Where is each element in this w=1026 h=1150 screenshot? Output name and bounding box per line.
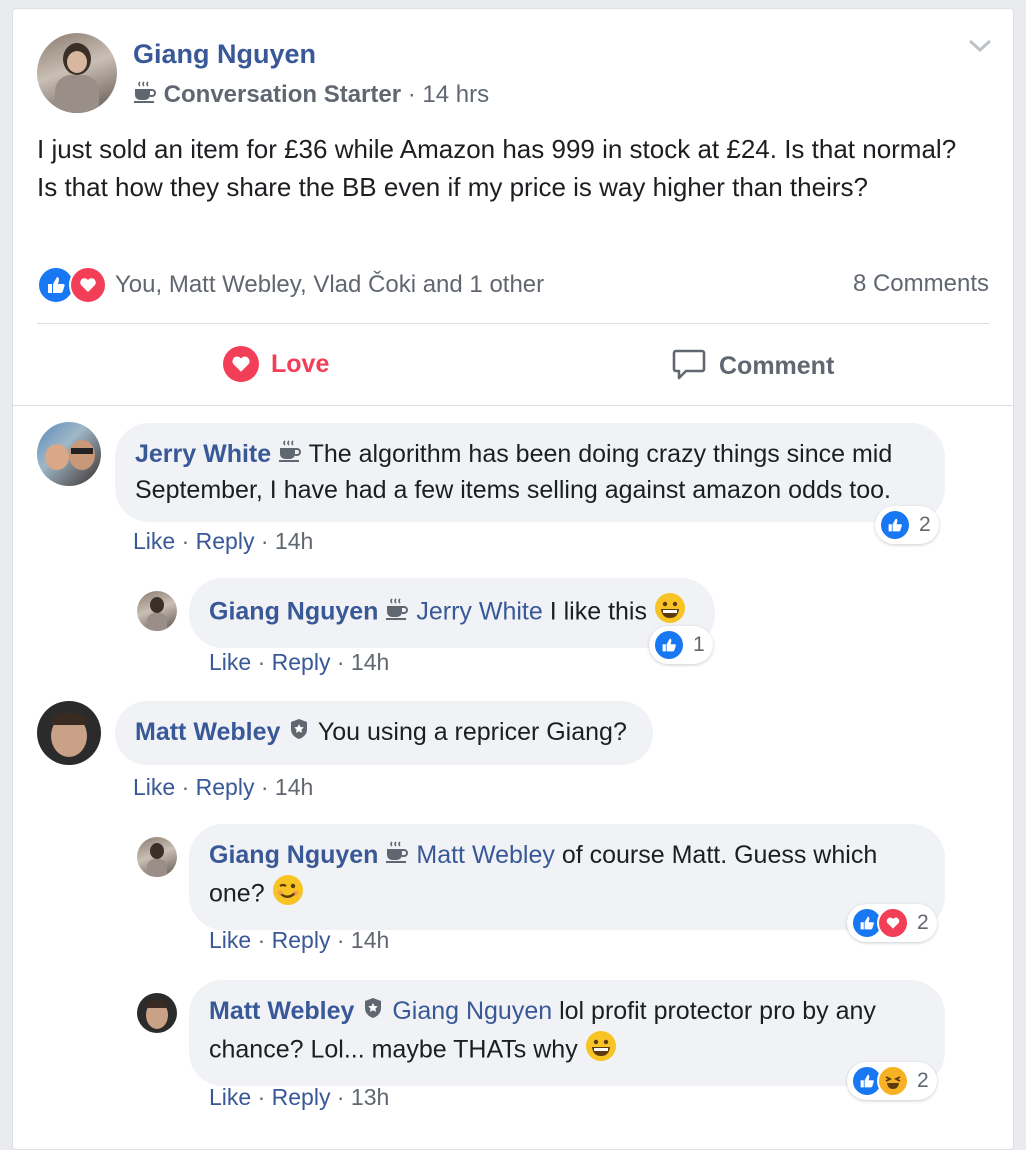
comment-bubble: Jerry White The algorithm has been doing…	[115, 423, 945, 522]
comment-author[interactable]: Matt Webley	[209, 997, 354, 1025]
comment-actions: Like · Reply · 14h	[133, 528, 314, 554]
like-link[interactable]: Like	[209, 927, 251, 953]
comment-reactions[interactable]: 2	[875, 506, 939, 544]
reply-bubble: Giang Nguyen Jerry White I like this	[189, 578, 715, 648]
post-card: Giang Nguyen Conversation Starter · 14 h…	[12, 8, 1014, 1150]
comment-reactions[interactable]: 2	[847, 904, 937, 942]
post-time[interactable]: · 14 hrs	[408, 81, 489, 108]
avatar[interactable]	[137, 591, 177, 631]
author-avatar[interactable]	[37, 33, 117, 113]
coffee-cup-icon	[278, 438, 302, 473]
comment-actions: Like · Reply · 14h	[133, 774, 314, 800]
shield-star-icon	[361, 995, 385, 1030]
reaction-count: 2	[917, 1069, 929, 1092]
comment-text: You using a repricer Giang?	[317, 718, 627, 746]
like-reaction-icon	[653, 629, 685, 661]
comments-count[interactable]: 8 Comments	[853, 270, 989, 298]
avatar[interactable]	[137, 837, 177, 877]
shield-star-icon	[287, 716, 311, 751]
comment-actions: Like · Reply · 14h	[209, 649, 390, 675]
reaction-count: 1	[693, 633, 705, 656]
comment-author[interactable]: Jerry White	[135, 440, 271, 468]
comment-reactions[interactable]: 2	[847, 1062, 937, 1100]
comment-author[interactable]: Giang Nguyen	[209, 841, 378, 869]
reply-link[interactable]: Reply	[272, 927, 331, 953]
love-button[interactable]: Love	[223, 346, 329, 382]
comment-label: Comment	[719, 352, 835, 380]
love-reaction-icon	[877, 907, 909, 939]
like-link[interactable]: Like	[133, 774, 175, 800]
love-reaction-icon	[69, 266, 107, 304]
like-link[interactable]: Like	[133, 528, 175, 554]
comment-actions: Like · Reply · 13h	[209, 1084, 390, 1110]
coffee-cup-icon	[385, 839, 409, 874]
haha-reaction-icon	[877, 1065, 909, 1097]
reply-link[interactable]: Reply	[272, 649, 331, 675]
chevron-down-icon[interactable]	[967, 37, 993, 60]
reaction-summary[interactable]: You, Matt Webley, Vlad Čoki and 1 other	[37, 266, 544, 304]
badge-label: Conversation Starter	[163, 80, 402, 108]
like-link[interactable]: Like	[209, 649, 251, 675]
comment-time[interactable]: 13h	[351, 1084, 389, 1110]
comment-actions: Like · Reply · 14h	[209, 927, 390, 953]
speech-bubble-icon	[671, 346, 707, 387]
heart-icon	[223, 346, 259, 382]
reply-link[interactable]: Reply	[196, 528, 255, 554]
mention-link[interactable]: Giang Nguyen	[392, 997, 552, 1025]
mention-link[interactable]: Jerry White	[416, 598, 542, 626]
coffee-cup-icon	[133, 80, 157, 111]
avatar[interactable]	[37, 422, 101, 486]
avatar[interactable]	[37, 701, 101, 765]
reaction-count: 2	[917, 911, 929, 934]
comment-author[interactable]: Giang Nguyen	[209, 598, 378, 626]
reply-bubble: Matt Webley Giang Nguyen lol profit prot…	[189, 980, 945, 1086]
reaction-count: 2	[919, 513, 931, 536]
like-link[interactable]: Like	[209, 1084, 251, 1110]
love-label: Love	[271, 349, 330, 378]
reply-link[interactable]: Reply	[272, 1084, 331, 1110]
comment-time[interactable]: 14h	[275, 528, 313, 554]
comment-time[interactable]: 14h	[275, 774, 313, 800]
grinning-emoji-icon	[585, 1030, 617, 1072]
comment-text: I like this	[549, 597, 647, 626]
winking-emoji-icon	[272, 874, 304, 916]
like-reaction-icon	[879, 509, 911, 541]
comment-reactions[interactable]: 1	[649, 626, 713, 664]
reply-link[interactable]: Reply	[196, 774, 255, 800]
comment-bubble: Matt Webley You using a repricer Giang?	[115, 701, 653, 765]
divider	[37, 323, 989, 324]
post-text: I just sold an item for £36 while Amazon…	[37, 134, 957, 202]
post-subheader: Conversation Starter · 14 hrs	[133, 80, 489, 111]
reply-bubble: Giang Nguyen Matt Webley of course Matt.…	[189, 824, 945, 930]
coffee-cup-icon	[385, 596, 409, 631]
comment-author[interactable]: Matt Webley	[135, 718, 280, 746]
mention-link[interactable]: Matt Webley	[416, 841, 554, 869]
avatar[interactable]	[137, 993, 177, 1033]
comments-divider	[13, 405, 1013, 406]
comment-time[interactable]: 14h	[351, 649, 389, 675]
post-author-name[interactable]: Giang Nguyen	[133, 39, 316, 70]
comment-button[interactable]: Comment	[671, 346, 834, 387]
comment-time[interactable]: 14h	[351, 927, 389, 953]
reactors-list[interactable]: You, Matt Webley, Vlad Čoki and 1 other	[115, 271, 544, 299]
